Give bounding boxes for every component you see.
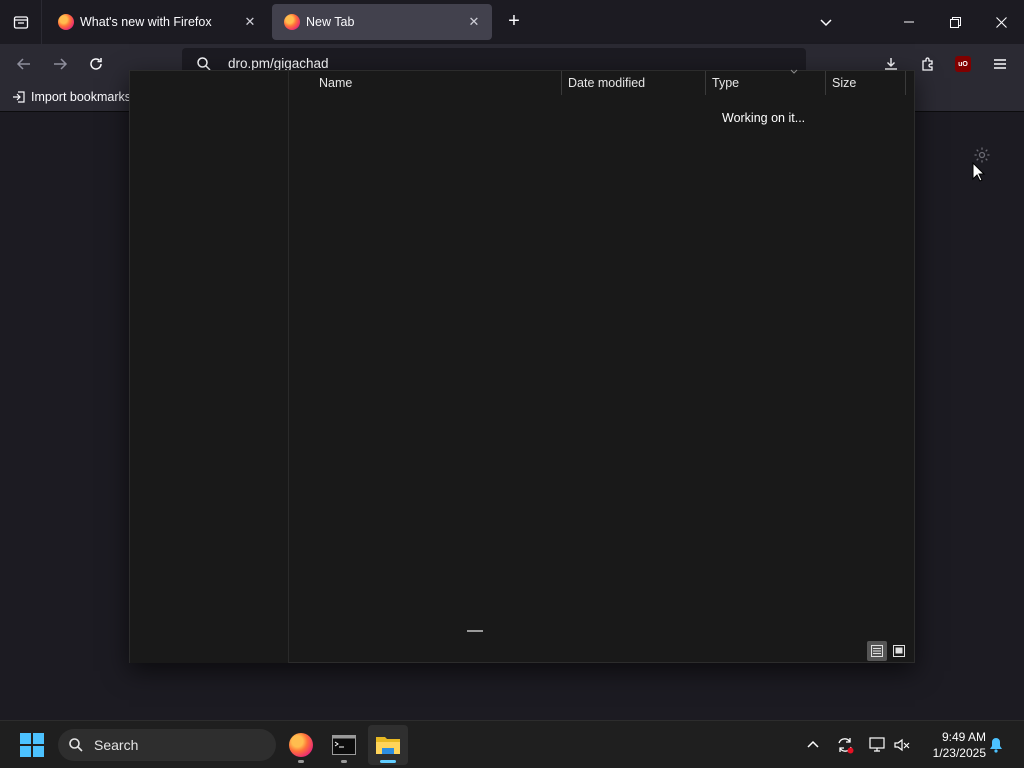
app-menu-button[interactable] — [986, 50, 1014, 78]
window-close-button[interactable] — [978, 0, 1024, 44]
speaker-muted-icon — [894, 738, 910, 752]
terminal-icon — [332, 735, 356, 755]
list-all-tabs-button[interactable] — [814, 10, 838, 34]
puzzle-piece-icon — [922, 57, 933, 71]
plus-icon: + — [508, 10, 520, 32]
taskbar-search-box[interactable]: Search — [58, 729, 276, 761]
import-icon — [13, 91, 25, 103]
navigation-pane[interactable] — [130, 71, 289, 663]
clock-time: 9:49 AM — [941, 730, 986, 744]
bell-icon — [990, 738, 1002, 753]
mouse-cursor-icon — [972, 162, 986, 182]
firefox-view-button[interactable] — [0, 0, 42, 44]
tab-label: What's new with Firefox — [80, 15, 212, 29]
url-text[interactable]: dro.pm/gigachad — [228, 56, 329, 71]
forward-arrow-icon — [54, 58, 68, 70]
close-icon[interactable]: ✕ — [238, 10, 262, 34]
forward-button[interactable] — [46, 50, 74, 78]
import-bookmarks-button[interactable]: Import bookmarks — [12, 90, 131, 104]
taskbar-app-firefox[interactable] — [281, 725, 321, 765]
running-indicator — [341, 760, 347, 763]
reload-icon — [90, 58, 102, 70]
restore-button[interactable] — [932, 0, 978, 44]
details-view-icon — [871, 645, 883, 657]
reload-button[interactable] — [82, 50, 110, 78]
large-icons-view-icon — [893, 645, 905, 657]
extensions-button[interactable] — [914, 50, 942, 78]
taskbar-app-file-explorer[interactable] — [368, 725, 408, 765]
taskbar-app-terminal[interactable] — [324, 725, 364, 765]
start-button[interactable] — [20, 733, 44, 757]
firefox-tab-icon — [58, 14, 74, 30]
firefox-tab-icon — [284, 14, 300, 30]
volume-button[interactable] — [892, 735, 912, 755]
import-bookmarks-label: Import bookmarks — [31, 90, 132, 104]
show-hidden-icons-button[interactable] — [803, 735, 823, 755]
firefox-view-icon — [13, 16, 28, 29]
taskbar-search-label: Search — [94, 737, 139, 753]
column-header-date-modified[interactable]: Date modified — [562, 71, 706, 95]
column-header-size[interactable]: Size — [826, 71, 906, 95]
chevron-down-icon — [820, 19, 832, 27]
running-indicator — [380, 760, 396, 763]
notifications-button[interactable] — [986, 735, 1006, 755]
network-icon — [869, 737, 885, 752]
tab-whats-new[interactable]: What's new with Firefox ✕ — [46, 4, 268, 40]
file-list[interactable]: Name Date modified Type Size Working on … — [290, 69, 914, 632]
back-button[interactable] — [10, 50, 38, 78]
minimize-icon — [904, 21, 914, 23]
horizontal-scrollbar[interactable] — [467, 630, 483, 632]
restore-icon — [949, 16, 961, 28]
loading-status: Working on it... — [722, 111, 806, 125]
column-header-type[interactable]: Type — [706, 71, 826, 95]
tab-label: New Tab — [306, 15, 355, 29]
hamburger-menu-icon — [994, 59, 1006, 69]
clock-date: 1/23/2025 — [932, 746, 986, 760]
details-view-button[interactable] — [867, 641, 887, 661]
running-indicator — [298, 760, 304, 763]
new-tab-button[interactable]: + — [502, 10, 526, 34]
windows-logo-icon — [20, 733, 44, 757]
sync-icon — [838, 738, 854, 754]
folder-icon — [376, 737, 400, 754]
firefox-icon — [289, 733, 313, 757]
large-icons-view-button[interactable] — [889, 641, 909, 661]
column-header-name[interactable]: Name — [313, 71, 562, 95]
sync-status-button[interactable] — [835, 735, 855, 755]
ublock-origin-icon[interactable]: uO — [955, 56, 971, 72]
file-open-dialog: Name Date modified Type Size Working on … — [129, 69, 915, 663]
system-clock[interactable]: 9:49 AM 1/23/2025 — [920, 729, 986, 761]
chevron-up-icon — [807, 740, 819, 748]
minimize-button[interactable] — [886, 0, 932, 44]
tab-new-tab[interactable]: New Tab ✕ — [272, 4, 492, 40]
close-icon — [995, 16, 1007, 28]
close-icon[interactable]: ✕ — [462, 10, 486, 34]
search-icon — [69, 738, 83, 752]
back-arrow-icon — [16, 58, 30, 70]
taskbar: Search 9:49 AM 1/23/2025 — [0, 720, 1024, 768]
network-status-button[interactable] — [867, 735, 887, 755]
tab-strip: What's new with Firefox ✕ New Tab ✕ + — [0, 0, 1024, 44]
